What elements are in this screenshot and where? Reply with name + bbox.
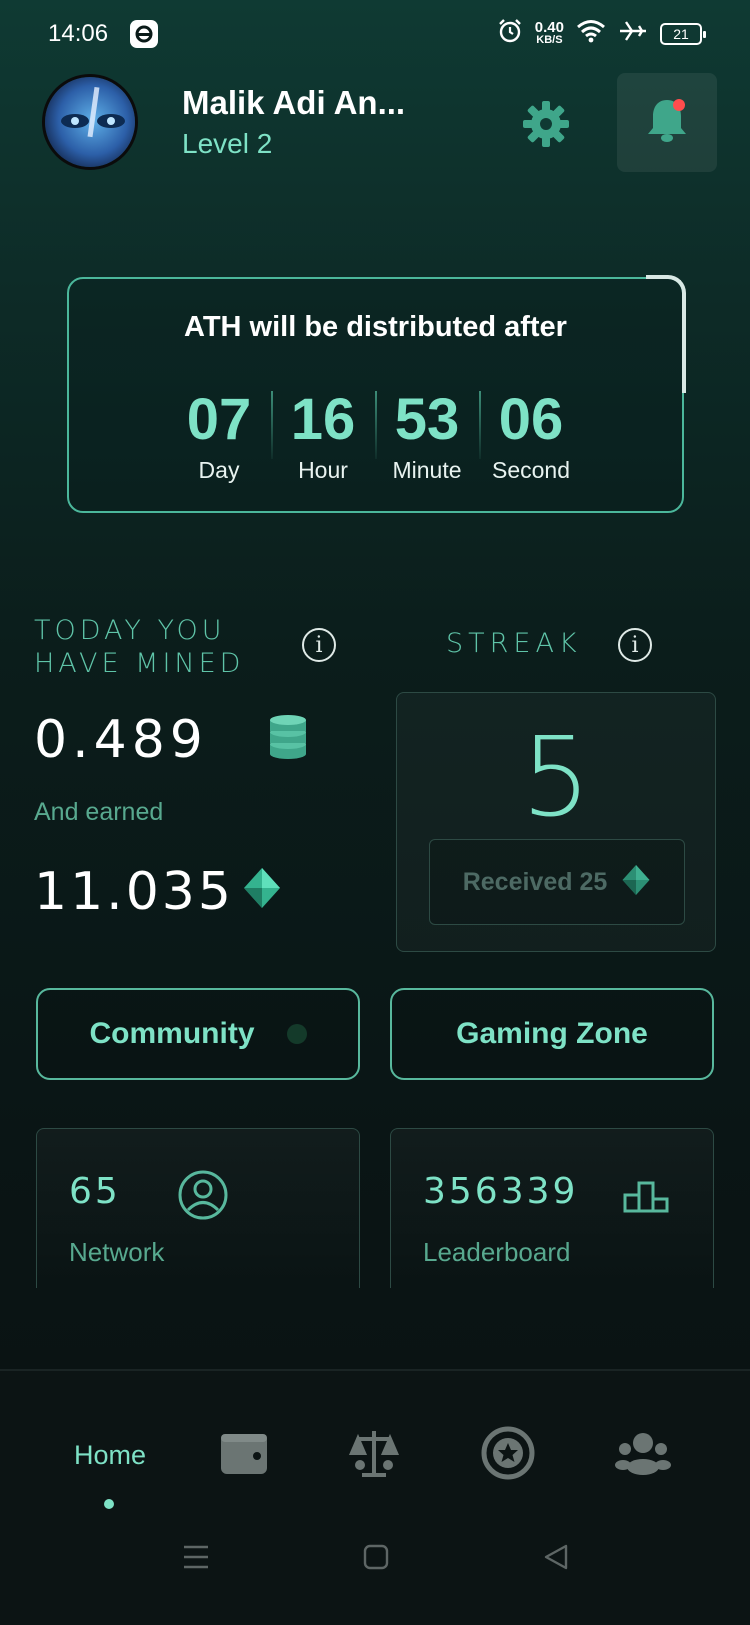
nav-home[interactable]: Home [60, 1427, 160, 1483]
back-triangle-icon [542, 1543, 570, 1576]
system-back-button[interactable] [536, 1539, 576, 1579]
streak-title: STREAK [446, 628, 582, 659]
wallet-icon [219, 1430, 269, 1481]
info-icon: i [618, 628, 652, 662]
settings-button[interactable] [518, 98, 574, 154]
notifications-button[interactable] [617, 73, 717, 172]
countdown-days: 07 Day [186, 387, 252, 484]
mined-info-button[interactable]: i [302, 628, 336, 662]
mined-today-title: Today you have mined [34, 615, 245, 679]
nav-governance[interactable] [344, 1427, 404, 1483]
avatar[interactable] [42, 74, 138, 170]
leaderboard-card[interactable]: 356339 Leaderboard [390, 1128, 714, 1288]
gear-icon [521, 99, 571, 154]
network-card[interactable]: 65 Network [36, 1128, 360, 1288]
user-level: Level 2 [182, 128, 273, 159]
star-badge-icon [481, 1426, 535, 1485]
podium-icon [623, 1181, 671, 1218]
countdown-hours: 16 Hour [271, 389, 375, 484]
menu-icon [182, 1544, 210, 1575]
system-menu-button[interactable] [176, 1539, 216, 1579]
gem-icon [621, 863, 651, 902]
countdown-minutes: 53 Minute [375, 389, 479, 484]
distribution-countdown-card: ATH will be distributed after 07 Day 16 … [67, 275, 686, 513]
battery-indicator: 21 [660, 22, 706, 45]
gem-icon [242, 866, 282, 915]
streak-info-button[interactable]: i [618, 628, 652, 662]
nav-active-indicator [104, 1499, 114, 1509]
people-icon [615, 1431, 671, 1480]
user-name: Malik Adi An... [182, 84, 406, 121]
bottom-nav: Home [0, 1369, 750, 1625]
system-home-button[interactable] [356, 1539, 396, 1579]
leaderboard-label: Leaderboard [423, 1237, 571, 1267]
user-circle-icon [177, 1169, 229, 1226]
notification-badge [673, 99, 685, 111]
received-label: Received 25 [462, 867, 608, 896]
nav-achievements[interactable] [478, 1426, 538, 1485]
streak-received-button[interactable]: Received 25 [429, 839, 685, 925]
network-speed: 0.40 KB/S [534, 18, 564, 46]
info-icon: i [302, 628, 336, 662]
network-label: Network [69, 1237, 165, 1267]
square-icon [362, 1543, 390, 1576]
streak-value: 5 [521, 713, 591, 841]
mined-value: 0.489 [34, 710, 208, 770]
gaming-zone-button[interactable]: Gaming Zone [390, 988, 714, 1080]
airplane-icon [618, 19, 648, 48]
nav-team[interactable] [612, 1427, 674, 1483]
alarm-icon [497, 18, 523, 49]
earned-label: And earned [34, 798, 164, 826]
wifi-icon [576, 19, 606, 48]
earned-value: 11.035 [34, 862, 234, 922]
status-bar: 14:06 0.40 KB/S 21 [0, 0, 750, 70]
app-notification-icon [130, 20, 158, 48]
countdown-title: ATH will be distributed after [184, 311, 567, 343]
status-time: 14:06 [48, 20, 109, 47]
nav-wallet[interactable] [214, 1427, 274, 1483]
coin-stack-icon [268, 714, 308, 765]
community-status-dot [286, 1024, 307, 1044]
leaderboard-rank: 356339 [423, 1171, 579, 1212]
community-button[interactable]: Community [36, 988, 360, 1080]
scales-icon [348, 1427, 400, 1484]
network-count: 65 [69, 1171, 121, 1212]
streak-card: 5 Received 25 [396, 692, 716, 952]
countdown-seconds: 06 Second [479, 389, 583, 484]
